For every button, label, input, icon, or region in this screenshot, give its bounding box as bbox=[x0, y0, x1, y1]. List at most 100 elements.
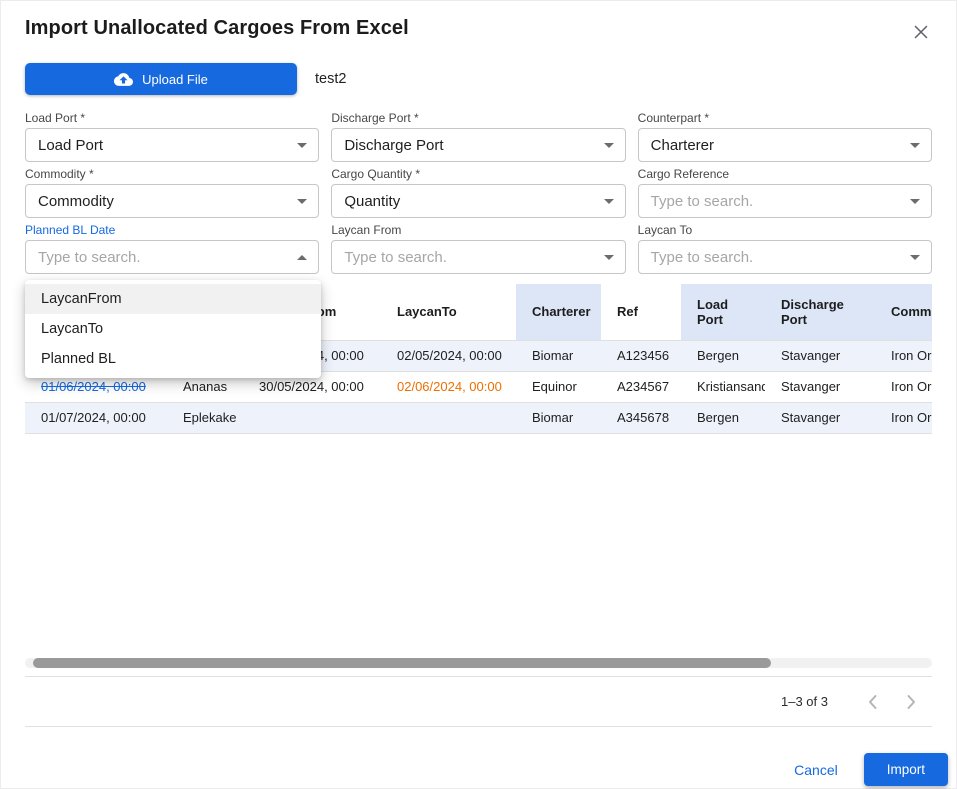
load-port-select[interactable]: Load Port bbox=[25, 128, 319, 162]
field-cargo-reference: Cargo Reference Type to search. bbox=[638, 167, 932, 218]
chevron-down-icon bbox=[297, 199, 307, 204]
field-label: Load Port * bbox=[25, 111, 319, 125]
field-load-port: Load Port * Load Port bbox=[25, 111, 319, 162]
commodity-select[interactable]: Commodity bbox=[25, 184, 319, 218]
laycan-to-select[interactable]: Type to search. bbox=[638, 240, 932, 274]
cell: 01/07/2024, 00:00 bbox=[25, 402, 167, 433]
field-label: Laycan From bbox=[331, 223, 625, 237]
cell bbox=[381, 402, 516, 433]
chevron-down-icon bbox=[910, 143, 920, 148]
field-label: Cargo Quantity * bbox=[331, 167, 625, 181]
pagination: 1–3 of 3 bbox=[25, 676, 932, 727]
discharge-port-select[interactable]: Discharge Port bbox=[331, 128, 625, 162]
cargo-reference-select[interactable]: Type to search. bbox=[638, 184, 932, 218]
dropdown-option-laycanto[interactable]: LaycanTo bbox=[25, 314, 321, 344]
cell: 02/06/2024, 00:00 bbox=[381, 371, 516, 402]
select-placeholder: Type to search. bbox=[38, 249, 141, 266]
select-placeholder: Type to search. bbox=[651, 249, 754, 266]
next-page-button[interactable] bbox=[898, 689, 924, 715]
dropdown-option-laycanfrom[interactable]: LaycanFrom bbox=[25, 284, 321, 314]
import-cargoes-dialog: Import Unallocated Cargoes From Excel Up… bbox=[0, 0, 957, 789]
field-laycan-from: Laycan From Type to search. bbox=[331, 223, 625, 274]
col-header-commodity[interactable]: Commodity bbox=[875, 284, 932, 340]
cell: Stavanger bbox=[765, 371, 875, 402]
dialog-actions: Cancel Import bbox=[1, 753, 948, 786]
chevron-down-icon bbox=[910, 255, 920, 260]
select-value: Quantity bbox=[344, 193, 400, 210]
chevron-down-icon bbox=[297, 143, 307, 148]
table-section: LaycanFromLaycanToPlanned BL LaycanFromL… bbox=[25, 284, 932, 727]
close-icon bbox=[910, 31, 932, 46]
col-header-laycanto[interactable]: LaycanTo bbox=[381, 284, 516, 340]
field-commodity: Commodity * Commodity bbox=[25, 167, 319, 218]
cell: A234567 bbox=[601, 371, 681, 402]
col-header-charterer[interactable]: Charterer bbox=[516, 284, 601, 340]
cancel-button[interactable]: Cancel bbox=[786, 756, 846, 784]
counterpart-select[interactable]: Charterer bbox=[638, 128, 932, 162]
select-value: Discharge Port bbox=[344, 137, 443, 154]
field-label: Planned BL Date bbox=[25, 223, 319, 237]
horizontal-scrollbar[interactable] bbox=[25, 658, 932, 668]
chevron-up-icon bbox=[297, 255, 307, 260]
cell: Eplekake bbox=[167, 402, 243, 433]
upload-file-label: Upload File bbox=[142, 72, 208, 87]
col-header-ref[interactable]: Ref bbox=[601, 284, 681, 340]
cell: Iron Ore bbox=[875, 371, 932, 402]
chevron-down-icon bbox=[604, 143, 614, 148]
cell: Equinor bbox=[516, 371, 601, 402]
chevron-right-icon bbox=[899, 690, 923, 714]
close-button[interactable] bbox=[906, 17, 936, 50]
field-label: Discharge Port * bbox=[331, 111, 625, 125]
import-button[interactable]: Import bbox=[864, 753, 948, 786]
cell: A345678 bbox=[601, 402, 681, 433]
chevron-down-icon bbox=[604, 199, 614, 204]
cell: Bergen bbox=[681, 340, 765, 371]
laycan-from-select[interactable]: Type to search. bbox=[331, 240, 625, 274]
upload-row: Upload File test2 bbox=[25, 63, 932, 95]
cell: Bergen bbox=[681, 402, 765, 433]
chevron-down-icon bbox=[604, 255, 614, 260]
cell: Biomar bbox=[516, 402, 601, 433]
col-header-discharge-port[interactable]: Discharge Port bbox=[765, 284, 875, 340]
field-planned-bl-date: Planned BL Date Type to search. bbox=[25, 223, 319, 274]
col-header-load-port[interactable]: Load Port bbox=[681, 284, 765, 340]
select-value: Commodity bbox=[38, 193, 114, 210]
select-value: Load Port bbox=[38, 137, 103, 154]
cargo-quantity-select[interactable]: Quantity bbox=[331, 184, 625, 218]
cell: A123456 bbox=[601, 340, 681, 371]
field-discharge-port: Discharge Port * Discharge Port bbox=[331, 111, 625, 162]
field-cargo-quantity: Cargo Quantity * Quantity bbox=[331, 167, 625, 218]
upload-file-button[interactable]: Upload File bbox=[25, 63, 297, 95]
planned-bl-date-select[interactable]: Type to search. bbox=[25, 240, 319, 274]
field-label: Laycan To bbox=[638, 223, 932, 237]
cell: Stavanger bbox=[765, 340, 875, 371]
pagination-range-label: 1–3 of 3 bbox=[781, 694, 828, 709]
mapping-form: Load Port *Load PortDischarge Port *Disc… bbox=[25, 111, 932, 274]
cell: Iron Ore bbox=[875, 340, 932, 371]
dialog-title: Import Unallocated Cargoes From Excel bbox=[25, 17, 409, 40]
field-label: Cargo Reference bbox=[638, 167, 932, 181]
planned-bl-dropdown-menu: LaycanFromLaycanToPlanned BL bbox=[25, 280, 321, 378]
select-placeholder: Type to search. bbox=[344, 249, 447, 266]
cell: Stavanger bbox=[765, 402, 875, 433]
cell bbox=[243, 402, 381, 433]
field-label: Counterpart * bbox=[638, 111, 932, 125]
field-laycan-to: Laycan To Type to search. bbox=[638, 223, 932, 274]
cell: Biomar bbox=[516, 340, 601, 371]
previous-page-button[interactable] bbox=[860, 689, 886, 715]
cloud-upload-icon bbox=[114, 70, 133, 89]
chevron-left-icon bbox=[861, 690, 885, 714]
cell: Iron Ore bbox=[875, 402, 932, 433]
scrollbar-thumb[interactable] bbox=[33, 658, 771, 668]
cell: Kristiansand bbox=[681, 371, 765, 402]
select-value: Charterer bbox=[651, 137, 714, 154]
table-row[interactable]: 01/07/2024, 00:00Eplekake BiomarA345678Be… bbox=[25, 402, 932, 433]
dropdown-option-planned-bl[interactable]: Planned BL bbox=[25, 344, 321, 374]
chevron-down-icon bbox=[910, 199, 920, 204]
cell: 02/05/2024, 00:00 bbox=[381, 340, 516, 371]
select-placeholder: Type to search. bbox=[651, 193, 754, 210]
dialog-header: Import Unallocated Cargoes From Excel bbox=[1, 1, 956, 54]
field-label: Commodity * bbox=[25, 167, 319, 181]
uploaded-file-name: test2 bbox=[315, 71, 346, 87]
field-counterpart: Counterpart * Charterer bbox=[638, 111, 932, 162]
